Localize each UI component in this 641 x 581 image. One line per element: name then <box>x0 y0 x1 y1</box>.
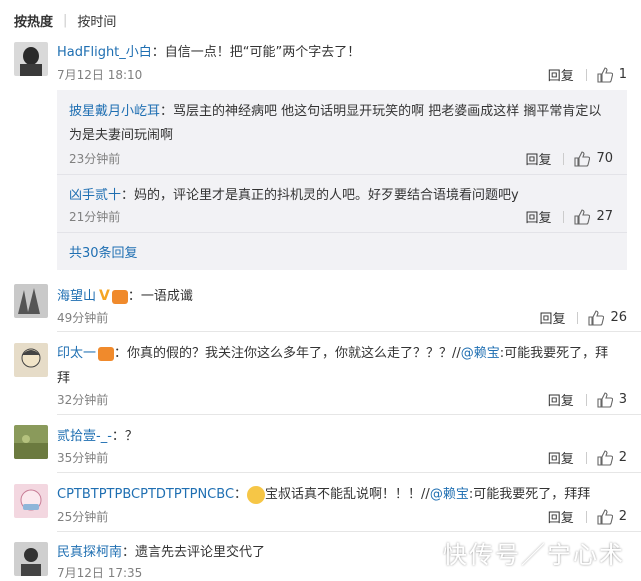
comment-text-continued: :可能我要死了，拜 <box>499 346 609 361</box>
comment-username[interactable]: 海望山 <box>57 289 96 304</box>
member-badge-icon <box>98 346 115 361</box>
comment-text: ：？ <box>111 429 138 444</box>
thumb-up-icon[interactable] <box>597 66 613 83</box>
reply-button[interactable]: 回复 <box>525 149 551 168</box>
comment-username[interactable]: 民真探柯南 <box>57 545 122 560</box>
reply-button[interactable]: 回复 <box>539 308 565 327</box>
reply-actions: 回复 70 <box>525 149 613 168</box>
reply-time: 23分钟前 <box>69 152 121 166</box>
comment-text: ：你真的假的？我关注你这么多年了，你就这么走了？？？// <box>114 346 461 361</box>
comment-username[interactable]: 印太一 <box>57 346 96 361</box>
comment-text: ：自信一点！把“可能”两个字去了！ <box>151 45 361 60</box>
reply-button[interactable]: 回复 <box>548 507 574 526</box>
thumb-up-icon[interactable] <box>597 449 613 466</box>
like-count: 2 <box>618 450 627 465</box>
smile-emoji-icon <box>247 485 266 504</box>
thumb-up-icon[interactable] <box>574 150 591 167</box>
avatar[interactable] <box>14 542 48 576</box>
reply-text: ：骂层主的神经病吧 他这句话明显开玩笑的啊 把老婆画成这样 搁平常肯定以 <box>160 104 602 119</box>
like-count: 27 <box>596 209 613 224</box>
avatar[interactable] <box>14 484 48 518</box>
thumb-up-icon[interactable] <box>597 508 613 525</box>
thumb-up-icon[interactable] <box>574 208 591 225</box>
comment-time: 25分钟前 <box>57 510 109 524</box>
comment-actions: 回复 1 <box>548 65 627 84</box>
comment-actions: 回复 2 <box>548 507 627 526</box>
reply-username[interactable]: 披星戴月小屹耳 <box>69 104 160 119</box>
mention-link[interactable]: @赖宝 <box>461 346 500 361</box>
sort-by-hot-tab[interactable]: 按热度 <box>14 11 53 30</box>
comment-username[interactable]: 贰拾壹-_- <box>57 429 112 444</box>
reply-button[interactable]: 回复 <box>548 65 574 84</box>
like-count: 2 <box>618 509 627 524</box>
avatar[interactable] <box>14 425 48 459</box>
sort-by-time-tab[interactable]: 按时间 <box>77 11 116 30</box>
comment-time: 49分钟前 <box>57 311 109 325</box>
comment-text: ： <box>234 487 248 502</box>
mention-link[interactable]: @赖宝 <box>430 487 469 502</box>
comment-time: 32分钟前 <box>57 393 109 407</box>
avatar[interactable] <box>14 42 48 76</box>
comment-actions: 回复 3 <box>548 390 627 409</box>
sort-divider: | <box>63 12 68 28</box>
reply-button[interactable]: 回复 <box>548 390 574 409</box>
reply-text-continued: 为是夫妻间玩闹啊 <box>69 128 174 143</box>
like-count: 70 <box>596 151 613 166</box>
more-replies-link[interactable]: 共30条回复 <box>69 242 138 261</box>
comment-time: 35分钟前 <box>57 451 109 465</box>
comment-actions: 回复 26 <box>539 308 627 327</box>
avatar[interactable] <box>14 343 48 377</box>
member-badge-icon <box>111 289 128 304</box>
comment-time: 7月12日 18:10 <box>57 68 143 82</box>
reply-thread: 披星戴月小屹耳：骂层主的神经病吧 他这句话明显开玩笑的啊 把老婆画成这样 搁平常… <box>57 90 627 270</box>
thumb-up-icon[interactable] <box>597 391 613 408</box>
comment-text: ：遗言先去评论里交代了 <box>122 545 266 560</box>
comment-actions: 回复 2 <box>548 448 627 467</box>
comment-text-tail: :可能我要死了，拜拜 <box>468 487 591 502</box>
comment-username[interactable]: CPTBTPTPBCPTDTPTPNCBC <box>57 487 234 502</box>
comment-time: 7月12日 17:35 <box>57 566 143 580</box>
reply-text: ：妈的，评论里才是真正的抖机灵的人吧。好歹要结合语境看问题吧y <box>121 188 519 203</box>
like-count: 3 <box>618 392 627 407</box>
reply-time: 21分钟前 <box>69 210 121 224</box>
v-badge-icon: V <box>99 288 110 304</box>
comment-username[interactable]: HadFlight_小白 <box>57 45 152 60</box>
reply-button[interactable]: 回复 <box>525 207 551 226</box>
watermark: 快传号／宁心术 <box>443 541 625 569</box>
comment-text: ：一语成谶 <box>127 289 193 304</box>
reply-username[interactable]: 凶手贰十 <box>69 188 121 203</box>
like-count: 1 <box>618 67 627 82</box>
reply-button[interactable]: 回复 <box>548 448 574 467</box>
comment-text-continued: 宝叔话真不能乱说啊！！！// <box>265 487 430 502</box>
comment-text-line2: 拜 <box>57 371 71 386</box>
thumb-up-icon[interactable] <box>588 309 605 326</box>
avatar[interactable] <box>14 284 48 318</box>
like-count: 26 <box>610 310 627 325</box>
reply-actions: 回复 27 <box>525 207 613 226</box>
sort-bar: 按热度 | 按时间 <box>14 10 116 30</box>
